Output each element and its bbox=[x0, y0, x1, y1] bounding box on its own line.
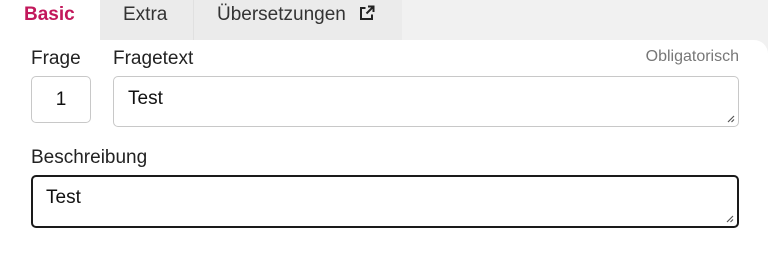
description-value: Test bbox=[46, 187, 81, 208]
question-number-value: 1 bbox=[55, 89, 67, 110]
resize-handle-icon[interactable] bbox=[725, 113, 735, 123]
fragetext-label: Fragetext bbox=[113, 48, 194, 69]
question-editor: Basic Extra Übersetzungen Frage Fragetex… bbox=[0, 0, 768, 270]
tab-extra[interactable]: Extra bbox=[100, 0, 194, 40]
description-field[interactable]: Test bbox=[31, 175, 739, 228]
question-text-field[interactable]: Test bbox=[113, 76, 739, 127]
tab-translations-label: Übersetzungen bbox=[217, 4, 346, 25]
question-number-field[interactable]: 1 bbox=[31, 76, 91, 123]
tab-extra-label: Extra bbox=[123, 4, 168, 25]
tab-bar: Basic Extra Übersetzungen bbox=[0, 0, 768, 40]
question-text-value: Test bbox=[128, 88, 163, 109]
external-link-icon bbox=[360, 5, 375, 20]
resize-handle-icon[interactable] bbox=[724, 213, 734, 223]
required-label: Obligatorisch bbox=[645, 48, 739, 65]
frage-label: Frage bbox=[31, 48, 81, 69]
tab-basic-label: Basic bbox=[24, 4, 75, 25]
beschreibung-label: Beschreibung bbox=[31, 147, 148, 168]
tab-translations[interactable]: Übersetzungen bbox=[194, 0, 402, 40]
tab-basic[interactable]: Basic bbox=[0, 0, 100, 40]
